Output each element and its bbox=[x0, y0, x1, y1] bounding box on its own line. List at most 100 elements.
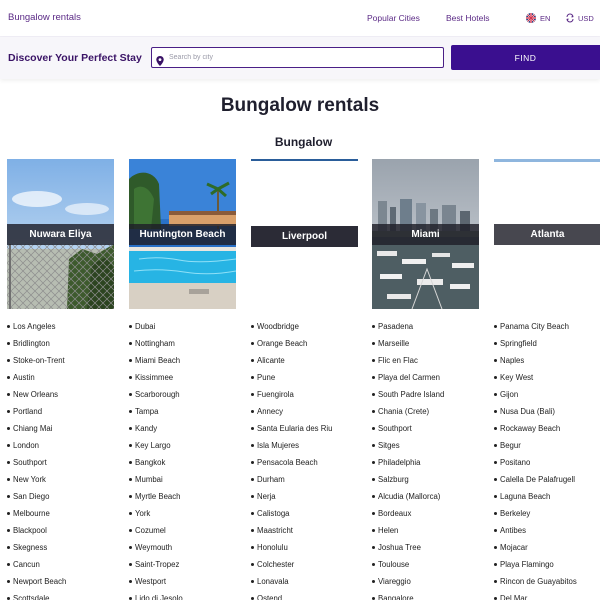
city-link[interactable]: Myrtle Beach bbox=[135, 492, 181, 501]
city-link[interactable]: Cancun bbox=[13, 560, 40, 569]
city-link[interactable]: Melbourne bbox=[13, 509, 50, 518]
city-link[interactable]: Playa del Carmen bbox=[378, 373, 440, 382]
city-link[interactable]: Colchester bbox=[257, 560, 294, 569]
best-hotels-link[interactable]: Best Hotels bbox=[446, 13, 489, 23]
city-link[interactable]: Pensacola Beach bbox=[257, 458, 318, 467]
city-link[interactable]: Cozumel bbox=[135, 526, 166, 535]
find-button[interactable]: FIND bbox=[451, 45, 600, 70]
city-link[interactable]: London bbox=[13, 441, 39, 450]
city-link[interactable]: Kissimmee bbox=[135, 373, 173, 382]
currency-selector[interactable]: USD bbox=[565, 13, 594, 23]
bullet-icon bbox=[251, 563, 254, 566]
city-link[interactable]: Mojacar bbox=[500, 543, 528, 552]
city-card-atlanta[interactable]: Atlanta bbox=[494, 159, 600, 309]
popular-cities-link[interactable]: Popular Cities bbox=[367, 13, 420, 23]
city-link[interactable]: Westport bbox=[135, 577, 166, 586]
city-link[interactable]: Bangalore bbox=[378, 594, 414, 600]
city-link[interactable]: Rincon de Guayabitos bbox=[500, 577, 577, 586]
city-link[interactable]: Del Mar bbox=[500, 594, 527, 600]
city-link[interactable]: Panama City Beach bbox=[500, 322, 569, 331]
city-link[interactable]: Blackpool bbox=[13, 526, 47, 535]
city-card-liverpool[interactable]: Liverpool bbox=[251, 159, 358, 309]
city-link[interactable]: Lonavala bbox=[257, 577, 289, 586]
city-link[interactable]: Positano bbox=[500, 458, 530, 467]
city-link[interactable]: Dubai bbox=[135, 322, 155, 331]
city-link[interactable]: Newport Beach bbox=[13, 577, 66, 586]
city-card-nuwara-eliya[interactable]: Nuwara Eliya bbox=[7, 159, 114, 309]
city-link[interactable]: Philadelphia bbox=[378, 458, 420, 467]
city-link[interactable]: York bbox=[135, 509, 150, 518]
brand-link[interactable]: Bungalow rentals bbox=[8, 12, 81, 23]
city-link[interactable]: Tampa bbox=[135, 407, 158, 416]
city-link[interactable]: Key West bbox=[500, 373, 533, 382]
city-link[interactable]: Viareggio bbox=[378, 577, 411, 586]
city-link[interactable]: Chania (Crete) bbox=[378, 407, 429, 416]
city-link[interactable]: Saint-Tropez bbox=[135, 560, 179, 569]
city-link[interactable]: Toulouse bbox=[378, 560, 409, 569]
city-link[interactable]: Fuengirola bbox=[257, 390, 294, 399]
city-link[interactable]: Austin bbox=[13, 373, 35, 382]
city-link[interactable]: Bridlington bbox=[13, 339, 50, 348]
city-link[interactable]: San Diego bbox=[13, 492, 49, 501]
city-link[interactable]: Bordeaux bbox=[378, 509, 411, 518]
city-link[interactable]: Ostend bbox=[257, 594, 282, 600]
city-link[interactable]: Maastricht bbox=[257, 526, 293, 535]
city-link[interactable]: Southport bbox=[13, 458, 47, 467]
bullet-icon bbox=[129, 512, 132, 515]
city-link[interactable]: Key Largo bbox=[135, 441, 171, 450]
city-link[interactable]: Nerja bbox=[257, 492, 276, 501]
city-link[interactable]: Skegness bbox=[13, 543, 47, 552]
city-link[interactable]: Antibes bbox=[500, 526, 526, 535]
city-link[interactable]: Helen bbox=[378, 526, 398, 535]
city-link[interactable]: Begur bbox=[500, 441, 521, 450]
city-link[interactable]: Naples bbox=[500, 356, 524, 365]
city-link[interactable]: Laguna Beach bbox=[500, 492, 550, 501]
search-input[interactable] bbox=[169, 54, 429, 61]
city-link[interactable]: Marseille bbox=[378, 339, 409, 348]
city-link[interactable]: Gijon bbox=[500, 390, 518, 399]
city-link[interactable]: Los Angeles bbox=[13, 322, 55, 331]
city-link[interactable]: Miami Beach bbox=[135, 356, 180, 365]
city-link[interactable]: Rockaway Beach bbox=[500, 424, 560, 433]
city-link[interactable]: Orange Beach bbox=[257, 339, 307, 348]
city-link[interactable]: Alcudia (Mallorca) bbox=[378, 492, 440, 501]
city-link[interactable]: Joshua Tree bbox=[378, 543, 421, 552]
city-link[interactable]: Flic en Flac bbox=[378, 356, 418, 365]
city-card-miami[interactable]: Miami bbox=[372, 159, 479, 309]
city-link[interactable]: Mumbai bbox=[135, 475, 163, 484]
city-link[interactable]: New York bbox=[13, 475, 46, 484]
city-link[interactable]: Calella De Palafrugell bbox=[500, 475, 575, 484]
city-link[interactable]: Woodbridge bbox=[257, 322, 299, 331]
city-link[interactable]: Portland bbox=[13, 407, 42, 416]
city-link[interactable]: Pasadena bbox=[378, 322, 413, 331]
city-link[interactable]: Nottingham bbox=[135, 339, 175, 348]
city-link[interactable]: Stoke-on-Trent bbox=[13, 356, 65, 365]
city-link[interactable]: Isla Mujeres bbox=[257, 441, 299, 450]
city-link[interactable]: Scottsdale bbox=[13, 594, 49, 600]
city-link[interactable]: Kandy bbox=[135, 424, 157, 433]
city-link[interactable]: Nusa Dua (Bali) bbox=[500, 407, 555, 416]
city-link[interactable]: Lido di Jesolo bbox=[135, 594, 183, 600]
city-link[interactable]: Durham bbox=[257, 475, 285, 484]
city-link[interactable]: Annecy bbox=[257, 407, 283, 416]
city-link[interactable]: Weymouth bbox=[135, 543, 172, 552]
city-link[interactable]: Scarborough bbox=[135, 390, 180, 399]
city-link[interactable]: Sitges bbox=[378, 441, 400, 450]
city-link[interactable]: New Orleans bbox=[13, 390, 58, 399]
city-card-huntington-beach[interactable]: Huntington Beach bbox=[129, 159, 236, 309]
city-link[interactable]: Calistoga bbox=[257, 509, 290, 518]
city-link[interactable]: Springfield bbox=[500, 339, 537, 348]
city-link[interactable]: Salzburg bbox=[378, 475, 409, 484]
city-link[interactable]: Playa Flamingo bbox=[500, 560, 554, 569]
city-link[interactable]: Chiang Mai bbox=[13, 424, 52, 433]
city-link[interactable]: Bangkok bbox=[135, 458, 165, 467]
city-link[interactable]: Santa Eularia des Riu bbox=[257, 424, 332, 433]
city-link[interactable]: Alicante bbox=[257, 356, 285, 365]
language-selector[interactable]: EN bbox=[526, 13, 550, 23]
city-link[interactable]: Southport bbox=[378, 424, 412, 433]
city-link[interactable]: South Padre Island bbox=[378, 390, 444, 399]
search-box[interactable] bbox=[151, 47, 444, 68]
city-link[interactable]: Honolulu bbox=[257, 543, 288, 552]
city-link[interactable]: Berkeley bbox=[500, 509, 530, 518]
city-link[interactable]: Pune bbox=[257, 373, 275, 382]
